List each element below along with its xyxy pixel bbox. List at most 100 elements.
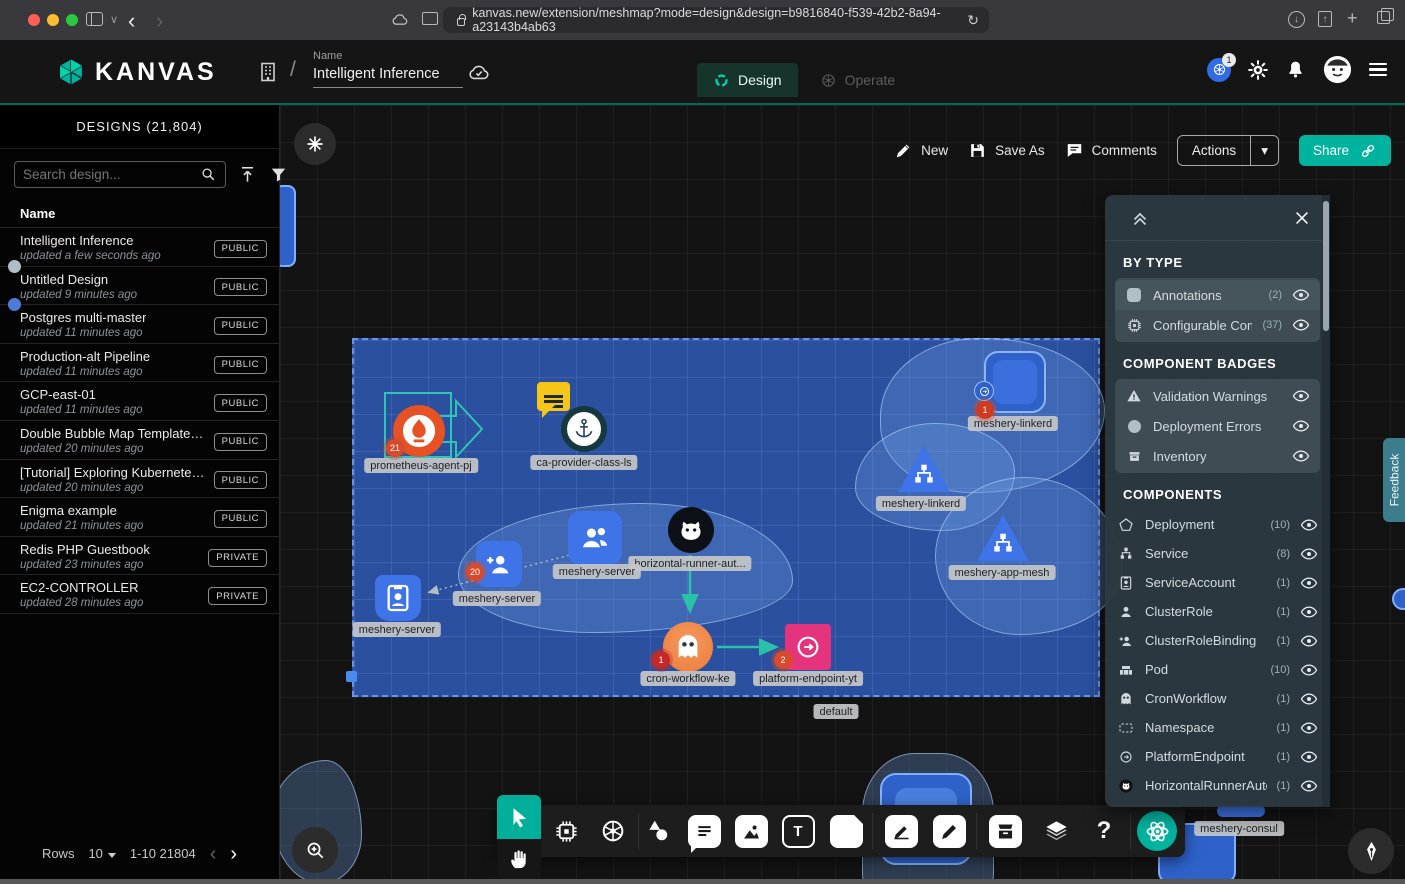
component-row[interactable]: HorizontalRunnerAutoscaler (1): [1105, 771, 1330, 800]
component-row[interactable]: ClusterRoleBinding (1): [1105, 626, 1330, 655]
share-icon[interactable]: ↑: [1318, 11, 1332, 27]
panel-scrollbar-track[interactable]: [1322, 195, 1330, 807]
rows-per-page-select[interactable]: 10: [88, 846, 115, 861]
component-row[interactable]: Namespace (1): [1105, 713, 1330, 742]
designs-column-header[interactable]: Name: [0, 198, 279, 228]
comment-tool[interactable]: [686, 813, 722, 849]
design-list-item[interactable]: EC2-CONTROLLER updated 28 minutes ago PR…: [0, 575, 279, 614]
shapes-tool[interactable]: [640, 813, 676, 849]
window-close-button[interactable]: [28, 14, 40, 26]
meshery-linkerd-deployment-node[interactable]: [984, 351, 1046, 413]
cron-workflow-node[interactable]: [663, 622, 713, 672]
window-zoom-button[interactable]: [66, 14, 78, 26]
component-row[interactable]: CronWorkflow (1): [1105, 684, 1330, 713]
back-button[interactable]: ‹: [128, 8, 135, 34]
pan-hand-tool[interactable]: [497, 839, 541, 879]
visibility-eye-icon[interactable]: [1292, 316, 1310, 334]
tab-overview-icon[interactable]: [1377, 11, 1390, 24]
design-list-item[interactable]: Postgres multi-master updated 11 minutes…: [0, 305, 279, 344]
kubernetes-context-icon[interactable]: 1: [1207, 58, 1231, 82]
select-tool[interactable]: [497, 795, 541, 839]
design-list-item[interactable]: Production-alt Pipeline updated 11 minut…: [0, 344, 279, 383]
design-list-item[interactable]: Enigma example updated 21 minutes ago PU…: [0, 498, 279, 537]
meshery-server-node[interactable]: [568, 511, 622, 565]
design-list-item[interactable]: Intelligent Inference updated a few seco…: [0, 228, 279, 267]
component-row[interactable]: Pod (10): [1105, 655, 1330, 684]
visibility-eye-icon[interactable]: [1300, 777, 1318, 795]
close-panel-icon[interactable]: [1292, 208, 1312, 228]
tab-design[interactable]: Design: [697, 63, 798, 97]
settings-gear-icon[interactable]: [1247, 59, 1269, 81]
panel-scrollbar-thumb[interactable]: [1323, 201, 1329, 331]
actions-caret-icon[interactable]: ▾: [1251, 143, 1278, 159]
image-tool[interactable]: [733, 813, 769, 849]
visibility-eye-icon[interactable]: [1300, 545, 1318, 563]
visibility-eye-icon[interactable]: [1292, 417, 1310, 435]
badge-row[interactable]: Inventory: [1115, 441, 1320, 471]
share-button[interactable]: Share: [1299, 135, 1391, 166]
design-list-item[interactable]: Untitled Design updated 9 minutes ago PU…: [0, 267, 279, 306]
design-list-item[interactable]: Redis PHP Guestbook updated 23 minutes a…: [0, 537, 279, 576]
visibility-eye-icon[interactable]: [1300, 632, 1318, 650]
sticky-note-tool[interactable]: [828, 813, 864, 849]
new-button[interactable]: New: [894, 141, 948, 160]
sidebar-toggle-icon[interactable]: [86, 12, 103, 26]
component-row[interactable]: Service (8): [1105, 539, 1330, 568]
layers-tool[interactable]: [1038, 813, 1074, 849]
components-tool[interactable]: [548, 813, 584, 849]
visibility-eye-icon[interactable]: [1292, 286, 1310, 304]
notifications-bell-icon[interactable]: [1285, 59, 1306, 80]
component-row[interactable]: ServiceAccount (1): [1105, 568, 1330, 597]
downloads-icon[interactable]: ↓: [1288, 11, 1305, 28]
visibility-eye-icon[interactable]: [1300, 719, 1318, 737]
pen-mode-button[interactable]: [1348, 828, 1394, 874]
visibility-eye-icon[interactable]: [1300, 748, 1318, 766]
design-list-item[interactable]: GCP-east-01 updated 11 minutes ago PUBLI…: [0, 382, 279, 421]
feedback-tab[interactable]: Feedback: [1383, 438, 1405, 522]
visibility-eye-icon[interactable]: [1292, 447, 1310, 465]
new-tab-icon[interactable]: +: [1347, 8, 1358, 29]
visibility-eye-icon[interactable]: [1300, 516, 1318, 534]
zoom-in-button[interactable]: [292, 827, 338, 873]
by-type-row[interactable]: Annotations (2): [1115, 280, 1320, 310]
window-minimize-button[interactable]: [47, 14, 59, 26]
visibility-eye-icon[interactable]: [1300, 574, 1318, 592]
icloud-icon[interactable]: [390, 10, 410, 30]
menu-icon[interactable]: [1369, 63, 1387, 77]
comment-marker-icon[interactable]: [537, 382, 570, 411]
design-list-item[interactable]: [Tutorial] Exploring Kubernetes Pod upda…: [0, 460, 279, 499]
freehand-draw-tool[interactable]: [931, 813, 967, 849]
prometheus-node-badge[interactable]: 21: [386, 439, 404, 457]
component-row[interactable]: Deployment (10): [1105, 510, 1330, 539]
collapse-panel-icon[interactable]: [1129, 207, 1151, 229]
tab-operate[interactable]: Operate: [804, 63, 912, 97]
next-page-button[interactable]: ›: [230, 847, 237, 861]
canvas-settings-button[interactable]: [294, 123, 336, 165]
meshery-tool[interactable]: [1137, 811, 1177, 851]
chevron-down-icon[interactable]: ∨: [110, 13, 118, 26]
design-list-item[interactable]: Double Bubble Map Template-copy updated …: [0, 421, 279, 460]
text-tool[interactable]: T: [780, 813, 816, 849]
kanvas-logo[interactable]: KANVAS: [56, 57, 217, 87]
badge-row[interactable]: Validation Warnings: [1115, 381, 1320, 411]
import-design-icon[interactable]: [238, 165, 257, 184]
annotate-pen-tool[interactable]: [883, 813, 919, 849]
badge-row[interactable]: Deployment Errors: [1115, 411, 1320, 441]
reload-icon[interactable]: ↻: [967, 12, 979, 29]
design-search-input[interactable]: [23, 167, 200, 182]
platform-endpoint-node-badge[interactable]: 2: [774, 651, 792, 669]
github-runner-node[interactable]: [668, 507, 714, 553]
help-tool[interactable]: ?: [1086, 813, 1122, 849]
meshery-server-node-badge[interactable]: 20: [466, 563, 484, 581]
address-bar[interactable]: kanvas.new/extension/meshmap?mode=design…: [443, 7, 989, 33]
platform-endpoint-node[interactable]: [785, 624, 831, 670]
meshery-server-serviceaccount-node[interactable]: [375, 575, 421, 621]
organization-icon[interactable]: [256, 60, 280, 84]
actions-dropdown-button[interactable]: Actions ▾: [1177, 135, 1279, 166]
meshery-linkerd-node-badge[interactable]: 1: [976, 401, 994, 419]
visibility-eye-icon[interactable]: [1300, 603, 1318, 621]
filter-icon[interactable]: [269, 165, 288, 184]
by-type-row[interactable]: Configurable Components (37): [1115, 310, 1320, 340]
ca-provider-node[interactable]: [561, 406, 607, 452]
design-name-input[interactable]: [313, 62, 463, 88]
